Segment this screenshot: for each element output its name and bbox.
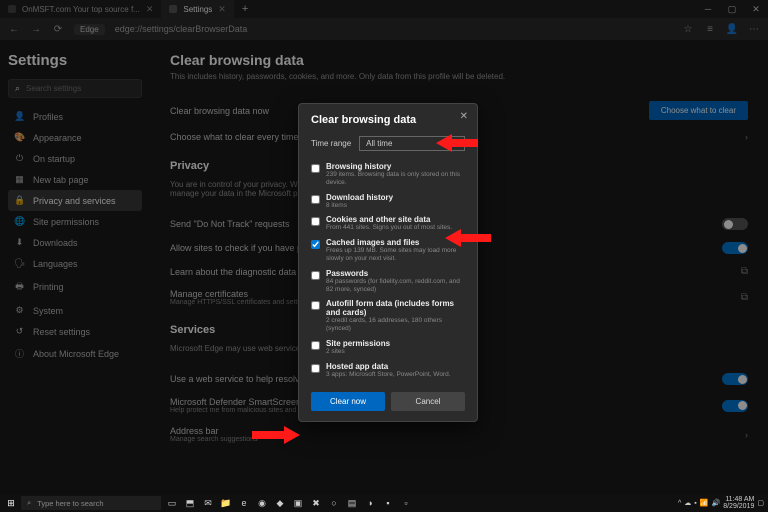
mail-icon[interactable]: ✉: [200, 496, 216, 510]
item-title: Passwords: [326, 269, 465, 278]
checkbox[interactable]: [311, 301, 320, 310]
dialog-checkbox-row[interactable]: Site permissions2 sites: [311, 336, 465, 359]
dialog-checkbox-row[interactable]: Cookies and other site dataFrom 441 site…: [311, 212, 465, 235]
item-subtitle: 8 items: [326, 202, 393, 210]
time-range-label: Time range: [311, 139, 351, 148]
app-icon[interactable]: ▣: [290, 496, 306, 510]
app-icon[interactable]: ▤: [344, 496, 360, 510]
dialog-checkbox-row[interactable]: Autofill form data (includes forms and c…: [311, 296, 465, 336]
item-subtitle: Frees up 139 MB. Some sites may load mor…: [326, 247, 465, 263]
checkbox[interactable]: [311, 364, 320, 373]
clear-now-button[interactable]: Clear now: [311, 392, 385, 411]
annotation-arrow: [436, 134, 452, 152]
item-title: Site permissions: [326, 339, 390, 348]
system-tray: ^ ☁ ▪ 📶 🔊 11:48 AM8/29/2019 ▢: [678, 496, 764, 510]
item-title: Hosted app data: [326, 362, 451, 371]
item-title: Cookies and other site data: [326, 215, 452, 224]
taskbar-search[interactable]: ⌕ Type here to search: [21, 496, 161, 510]
xbox-icon[interactable]: ✖: [308, 496, 324, 510]
task-view-icon[interactable]: ▭: [164, 496, 180, 510]
app-icon[interactable]: ◉: [254, 496, 270, 510]
windows-taskbar: ⊞ ⌕ Type here to search ▭ ⬒ ✉ 📁 e ◉ ◆ ▣ …: [0, 494, 768, 512]
checkbox[interactable]: [311, 164, 320, 173]
dialog-checkbox-row[interactable]: Download history8 items: [311, 190, 465, 213]
notifications-icon[interactable]: ▢: [757, 499, 764, 507]
dialog-checkbox-row[interactable]: Hosted app data3 apps: Microsoft Store, …: [311, 359, 465, 382]
annotation-arrow: [284, 426, 300, 444]
item-title: Autofill form data (includes forms and c…: [326, 299, 465, 317]
wifi-icon[interactable]: 📶: [700, 499, 709, 507]
dialog-checkbox-row[interactable]: Cached images and filesFrees up 139 MB. …: [311, 235, 465, 266]
explorer-icon[interactable]: 📁: [218, 496, 234, 510]
volume-icon[interactable]: 🔊: [712, 499, 721, 507]
app-icon[interactable]: ◑: [362, 496, 378, 510]
app-icon[interactable]: ▫: [398, 496, 414, 510]
store-icon[interactable]: ⬒: [182, 496, 198, 510]
dialog-title: Clear browsing data: [311, 114, 465, 126]
app-icon[interactable]: ◆: [272, 496, 288, 510]
checkbox[interactable]: [311, 195, 320, 204]
taskbar-clock[interactable]: 11:48 AM8/29/2019: [723, 496, 754, 510]
annotation-arrow: [445, 229, 461, 247]
checkbox[interactable]: [311, 240, 320, 249]
annotation-arrow: [461, 234, 491, 242]
teams-icon[interactable]: ▪: [380, 496, 396, 510]
dialog-actions: Clear now Cancel: [311, 392, 465, 411]
item-subtitle: 239 items. Browsing data is only stored …: [326, 171, 465, 187]
item-subtitle: 3 apps: Microsoft Store, PowerPoint, Wor…: [326, 371, 451, 379]
edge-icon[interactable]: e: [236, 496, 252, 510]
item-title: Browsing history: [326, 162, 465, 171]
item-subtitle: From 441 sites. Signs you out of most si…: [326, 224, 452, 232]
dialog-checkbox-row[interactable]: Passwords84 passwords (for fidelity.com,…: [311, 266, 465, 297]
item-subtitle: 2 sites: [326, 348, 390, 356]
item-subtitle: 84 passwords (for fidelity.com, reddit.c…: [326, 278, 465, 294]
dialog-checkbox-row[interactable]: Browsing history239 items. Browsing data…: [311, 159, 465, 190]
checkbox[interactable]: [311, 271, 320, 280]
item-title: Download history: [326, 193, 393, 202]
onedrive-icon[interactable]: ☁: [684, 499, 691, 507]
taskbar-apps: ▭ ⬒ ✉ 📁 e ◉ ◆ ▣ ✖ ○ ▤ ◑ ▪ ▫: [164, 496, 414, 510]
search-icon: ⌕: [27, 498, 31, 508]
tray-expand-icon[interactable]: ^: [678, 500, 681, 507]
cortana-icon[interactable]: ○: [326, 496, 342, 510]
tray-icon[interactable]: ▪: [694, 500, 696, 507]
annotation-arrow: [252, 431, 284, 439]
checkbox[interactable]: [311, 217, 320, 226]
item-subtitle: 2 credit cards, 16 addresses, 180 others…: [326, 317, 465, 333]
cancel-button[interactable]: Cancel: [391, 392, 465, 411]
checkbox[interactable]: [311, 341, 320, 350]
annotation-arrow: [452, 139, 478, 147]
start-button[interactable]: ⊞: [4, 496, 18, 510]
dialog-close-button[interactable]: ✕: [460, 111, 468, 122]
